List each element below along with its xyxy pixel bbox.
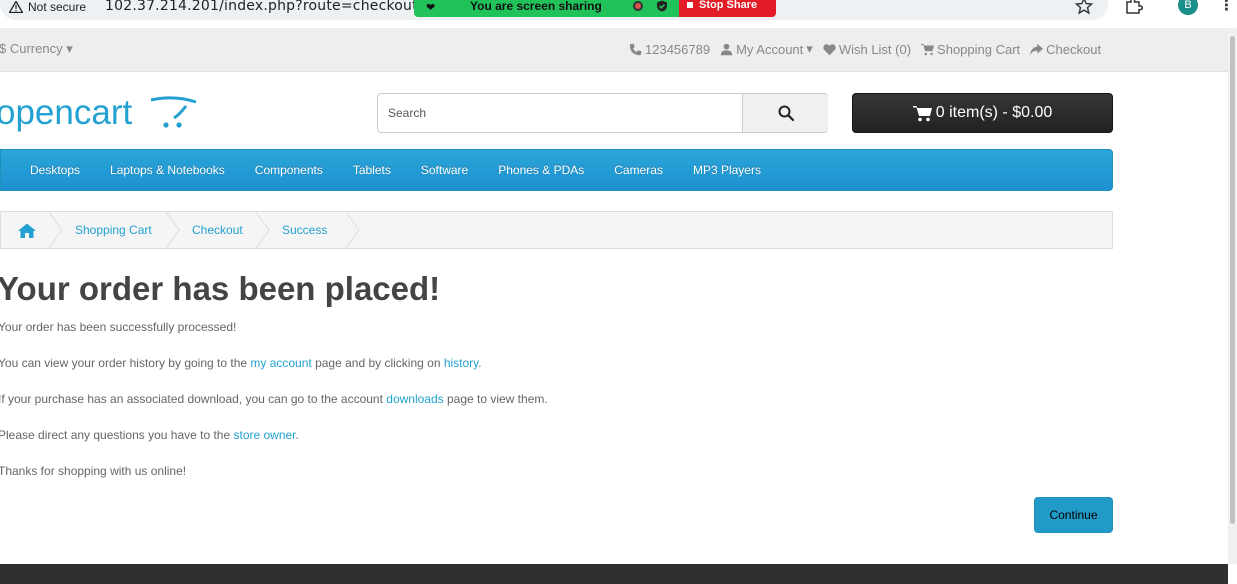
breadcrumb-label: Checkout — [192, 223, 243, 237]
text-segment: . — [478, 356, 482, 370]
cart-summary: 0 item(s) - $0.00 — [935, 104, 1053, 121]
checkout-label: Checkout — [1046, 41, 1102, 57]
menu-item-cameras[interactable]: Cameras — [599, 163, 678, 177]
menu-item-mp3-players[interactable]: MP3 Players — [678, 163, 776, 177]
cart-icon — [912, 105, 932, 121]
thanks-text: Thanks for shopping with us online! — [0, 464, 187, 478]
currency-dropdown[interactable]: $ Currency ▾ — [0, 41, 73, 57]
bookmark-star-icon[interactable] — [1075, 0, 1093, 15]
security-indicator[interactable]: Not secure — [9, 0, 87, 14]
text-segment: Please direct any questions you have to … — [0, 428, 234, 442]
menu-item-software[interactable]: Software — [406, 163, 483, 177]
breadcrumb-shopping-cart[interactable]: Shopping Cart — [49, 212, 180, 248]
url-text[interactable]: 102.37.214.201/index.php?route=checkout/… — [105, 0, 415, 14]
shield-check-icon — [657, 0, 667, 12]
search-icon — [778, 105, 794, 121]
cart-icon — [921, 43, 935, 55]
text-segment: page and by clicking on — [311, 356, 444, 370]
stop-share-button[interactable]: Stop Share — [679, 0, 776, 17]
text-segment: . — [295, 428, 299, 442]
logo-text: opencart — [0, 94, 132, 132]
page-title: Your order has been placed! — [0, 270, 441, 307]
menu-item-phones-pdas[interactable]: Phones & PDAs — [483, 163, 599, 177]
my-account-link[interactable]: my account — [250, 356, 311, 370]
pin-icon: ❤ — [426, 2, 436, 14]
phone-link[interactable]: 123456789 — [629, 41, 710, 57]
search-input[interactable] — [378, 94, 742, 132]
shopping-cart-label: Shopping Cart — [937, 41, 1021, 57]
opencart-logo[interactable]: opencart — [0, 94, 201, 134]
menu-item-tablets[interactable]: Tablets — [338, 163, 406, 177]
user-icon — [720, 43, 733, 55]
history-link[interactable]: history — [444, 356, 478, 370]
order-history-text: You can view your order history by going… — [0, 356, 482, 370]
heart-icon — [823, 43, 836, 55]
menu-item-laptops-notebooks[interactable]: Laptops & Notebooks — [95, 163, 240, 177]
share-status-text: You are screen sharing — [470, 0, 602, 13]
text-segment: If your purchase has an associated downl… — [0, 392, 387, 406]
top-bar: $ Currency ▾ 123456789 My Account ▾ Wish… — [0, 28, 1228, 72]
text-segment: page to view them. — [443, 392, 548, 406]
breadcrumb-label: Success — [282, 223, 328, 237]
breadcrumb-label: Shopping Cart — [75, 223, 152, 237]
contact-text: Please direct any questions you have to … — [0, 428, 299, 442]
phone-icon — [629, 43, 642, 55]
wishlist-link[interactable]: Wish List (0) — [823, 41, 911, 57]
continue-button[interactable]: Continue — [1034, 497, 1113, 533]
scrollbar-thumb[interactable] — [1230, 36, 1235, 524]
screen-share-banner: ❤ You are screen sharing — [414, 0, 679, 17]
cart-button[interactable]: 0 item(s) - $0.00 — [852, 93, 1113, 133]
warning-icon — [9, 0, 23, 13]
search-box — [377, 93, 828, 133]
top-links: 123456789 My Account ▾ Wish List (0) Sho… — [629, 41, 1101, 57]
search-button[interactable] — [742, 94, 828, 132]
checkout-link[interactable]: Checkout — [1030, 41, 1101, 57]
record-icon — [633, 1, 643, 11]
menu-item-components[interactable]: Components — [240, 163, 338, 177]
browser-chrome: Not secure 102.37.214.201/index.php?rout… — [0, 0, 1237, 20]
breadcrumb-separator — [346, 212, 360, 248]
extensions-icon[interactable] — [1125, 0, 1143, 14]
shopping-cart-link[interactable]: Shopping Cart — [921, 41, 1020, 57]
downloads-link[interactable]: downloads — [386, 392, 443, 406]
category-menu: Desktops Laptops & Notebooks Components … — [0, 149, 1113, 191]
store-owner-link[interactable]: store owner — [233, 428, 295, 442]
my-account-dropdown[interactable]: My Account ▾ — [720, 41, 813, 57]
currency-label: Currency — [9, 41, 63, 56]
menu-item-desktops[interactable]: Desktops — [15, 163, 95, 177]
text-segment: You can view your order history by going… — [0, 356, 251, 370]
success-message: Your order has been successfully process… — [0, 320, 237, 334]
stop-icon — [687, 2, 693, 8]
page-scrollbar[interactable] — [1228, 28, 1237, 564]
phone-number: 123456789 — [645, 41, 711, 57]
security-label: Not secure — [28, 0, 87, 14]
breadcrumb-home[interactable] — [1, 212, 63, 248]
downloads-text: If your purchase has an associated downl… — [0, 392, 548, 406]
footer — [0, 564, 1228, 584]
my-account-label: My Account — [736, 41, 804, 57]
wishlist-label: Wish List (0) — [838, 41, 912, 57]
home-icon — [18, 223, 36, 238]
share-arrow-icon — [1030, 43, 1044, 55]
breadcrumb: Shopping Cart Checkout Success — [0, 211, 1113, 249]
breadcrumb-checkout[interactable]: Checkout — [166, 212, 270, 248]
stop-share-label: Stop Share — [699, 0, 758, 11]
profile-avatar[interactable]: B — [1178, 0, 1198, 15]
breadcrumb-success[interactable]: Success — [256, 212, 360, 248]
more-menu-icon[interactable]: ⋮ — [1219, 0, 1234, 14]
